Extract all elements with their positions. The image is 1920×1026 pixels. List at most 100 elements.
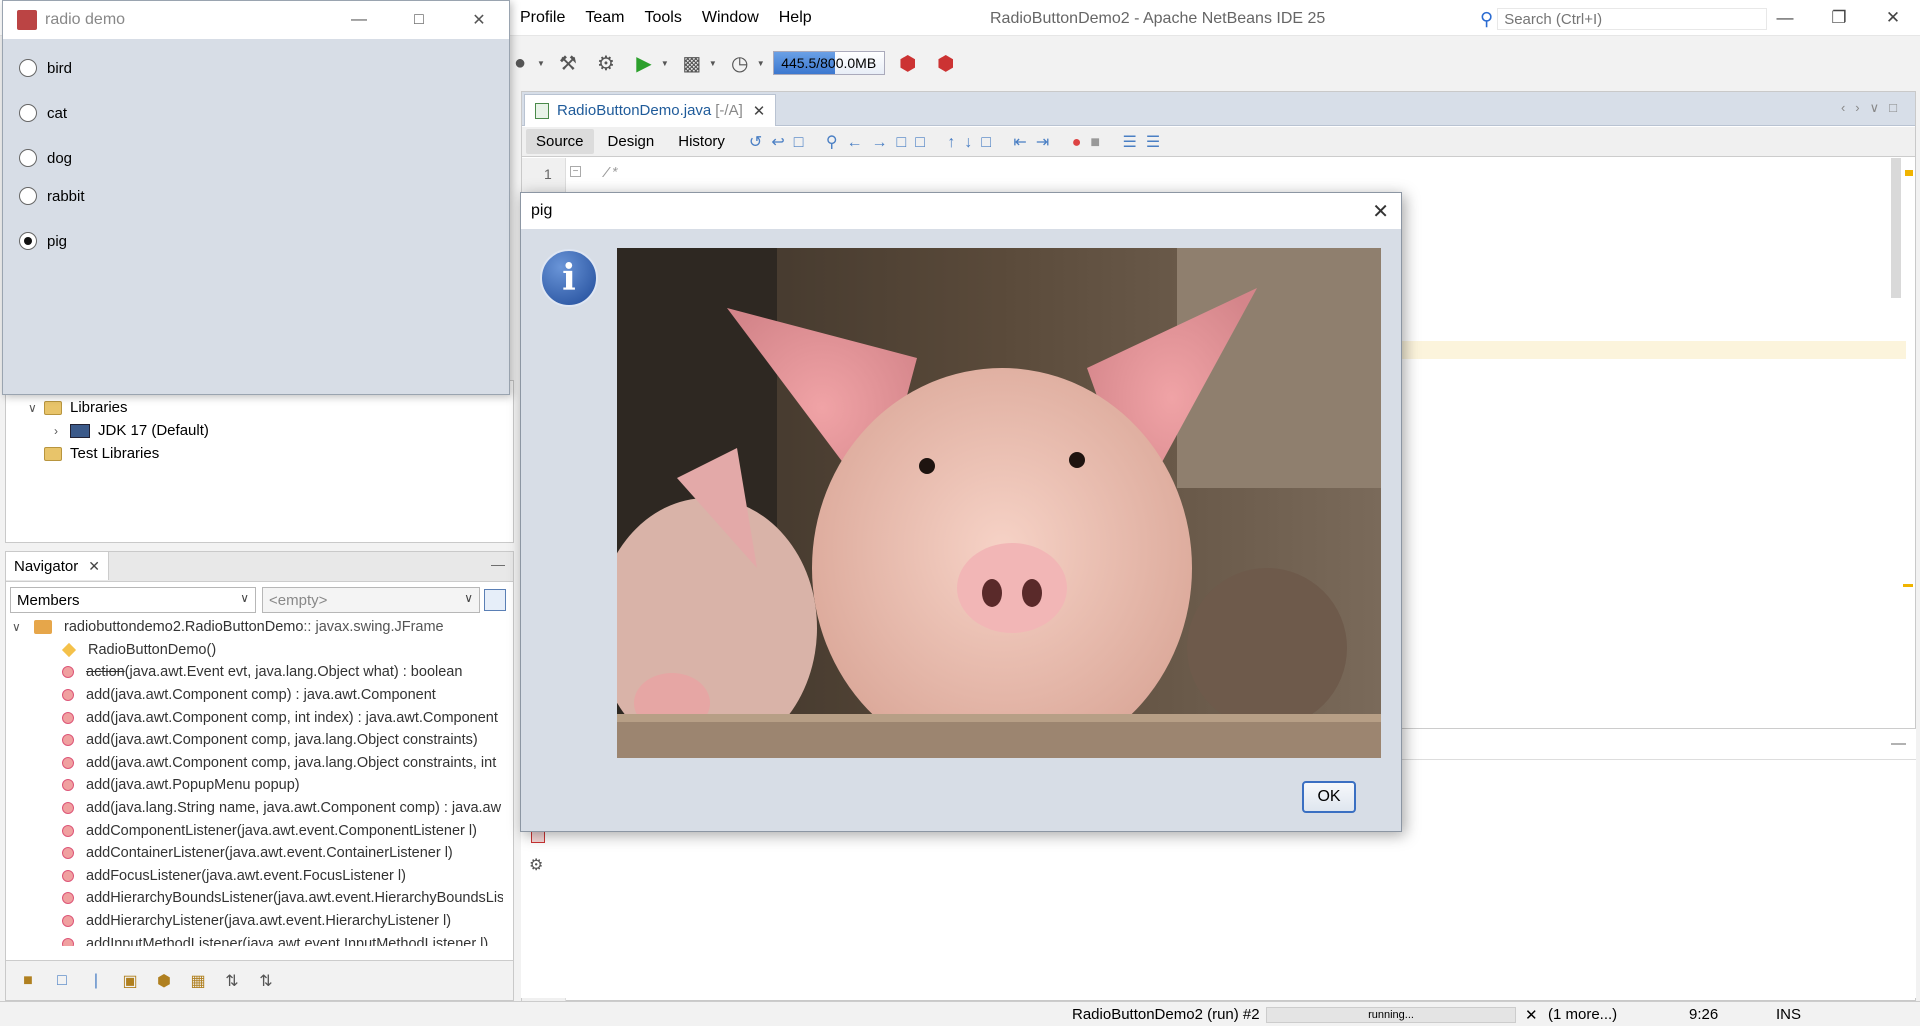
list-item[interactable]: addHierarchyListener (java.awt.event.Hier… xyxy=(6,910,503,933)
show-fqn-icon[interactable]: ▦ xyxy=(186,970,210,992)
navigator-root-node[interactable]: ∨ radiobuttondemo2.RadioButtonDemo :: ja… xyxy=(6,616,503,639)
folder-icon xyxy=(44,400,62,415)
expand-chevron-icon[interactable]: › xyxy=(54,424,70,438)
jdk-node[interactable]: › JDK 17 (Default) xyxy=(54,422,209,439)
settings-icon[interactable]: ⚙ xyxy=(529,855,543,875)
menu-profile[interactable]: Profile xyxy=(510,9,575,27)
restore-button[interactable]: ❐ xyxy=(1812,0,1866,36)
editor-toolbar-icons[interactable]: ↺↩□ ⚲←→□□ ↑↓□ ⇤⇥ ●■ ☰☰ xyxy=(749,132,1169,152)
menu-team[interactable]: Team xyxy=(575,9,634,27)
show-inner-classes-icon[interactable]: ⬢ xyxy=(152,970,176,992)
list-item[interactable]: add (java.awt.Component comp) : java.awt.… xyxy=(6,684,503,707)
show-non-public-icon[interactable]: ▣ xyxy=(118,970,142,992)
minimize-panel-icon[interactable]: — xyxy=(1891,735,1906,752)
list-item[interactable]: add (java.awt.Component comp, java.lang.O… xyxy=(6,729,503,752)
close-button[interactable]: ✕ xyxy=(1866,0,1920,36)
method-icon xyxy=(62,802,74,815)
radio-label: pig xyxy=(47,232,68,250)
profiler-snapshot-icon[interactable]: ⬢ xyxy=(931,48,961,78)
search-icon[interactable]: ⚲ xyxy=(1480,9,1493,30)
menu-help[interactable]: Help xyxy=(769,9,822,27)
more-tasks-link[interactable]: (1 more...) xyxy=(1548,1006,1617,1023)
tab-source[interactable]: Source xyxy=(526,129,594,154)
method-icon xyxy=(62,756,74,769)
radio-label: cat xyxy=(47,104,68,122)
editor-tab-path: [-/A] xyxy=(715,102,743,119)
clean-build-icon[interactable]: ⚙ xyxy=(591,48,621,78)
show-fields-icon[interactable]: □ xyxy=(50,970,74,992)
sort-by-source-icon[interactable]: ⇅ xyxy=(254,970,278,992)
class-icon xyxy=(34,620,52,635)
tab-navigator[interactable]: Navigator ✕ xyxy=(6,552,109,580)
members-filter-select[interactable]: Members ∨ xyxy=(10,587,256,613)
maximize-button[interactable]: □ xyxy=(389,1,449,39)
list-item[interactable]: addFocusListener (java.awt.event.FocusLis… xyxy=(6,865,503,888)
stop-macro-icon[interactable]: ■ xyxy=(1090,134,1109,151)
show-inherited-icon[interactable]: ■ xyxy=(16,970,40,992)
jdk-library-icon xyxy=(70,423,90,438)
run-icon[interactable]: ▶ xyxy=(629,48,659,78)
gc-icon[interactable]: ⬢ xyxy=(893,48,923,78)
memory-indicator[interactable]: 445.5/800.0MB xyxy=(772,51,885,75)
minimize-panel-icon[interactable]: — xyxy=(491,556,505,572)
close-icon[interactable]: ✕ xyxy=(88,558,100,575)
close-button[interactable]: ✕ xyxy=(449,1,509,39)
debug-dropdown-icon[interactable]: ▼ xyxy=(709,59,717,68)
warning-marker-icon[interactable] xyxy=(1905,170,1913,176)
radio-pig[interactable]: pig xyxy=(19,232,67,250)
method-icon xyxy=(62,711,74,724)
debug-icon[interactable]: ▩ xyxy=(677,48,707,78)
inherited-members-toggle-icon[interactable] xyxy=(484,589,506,611)
collapse-chevron-icon[interactable]: ∨ xyxy=(12,620,28,634)
radio-bird[interactable]: bird xyxy=(19,59,72,77)
tab-design[interactable]: Design xyxy=(598,129,665,154)
list-item[interactable]: addComponentListener (java.awt.event.Comp… xyxy=(6,819,503,842)
line-marker-icon[interactable] xyxy=(1903,584,1913,587)
radio-dog[interactable]: dog xyxy=(19,149,72,167)
tab-history[interactable]: History xyxy=(668,129,735,154)
list-item[interactable]: addContainerListener (java.awt.event.Cont… xyxy=(6,842,503,865)
close-icon[interactable]: ✕ xyxy=(1525,1006,1538,1024)
tab-radiobuttondemo-java[interactable]: RadioButtonDemo.java [-/A] ✕ xyxy=(524,94,777,126)
radio-cat[interactable]: cat xyxy=(19,104,67,122)
member-name: addFocusListener xyxy=(86,867,202,884)
search-input[interactable] xyxy=(1497,8,1768,30)
collapse-chevron-icon[interactable]: ∨ xyxy=(28,401,44,415)
editor-scrollbar[interactable] xyxy=(1891,158,1901,298)
record-macro-icon[interactable]: ● xyxy=(1072,134,1091,151)
sort-by-name-icon[interactable]: ⇅ xyxy=(220,970,244,992)
editor-view-bar: Source Design History ↺↩□ ⚲←→□□ ↑↓□ ⇤⇥ ●… xyxy=(522,127,1915,157)
list-item[interactable]: add (java.lang.String name, java.awt.Comp… xyxy=(6,797,503,820)
menu-tools[interactable]: Tools xyxy=(634,9,691,27)
list-item[interactable]: RadioButtonDemo() xyxy=(6,639,503,662)
ok-button[interactable]: OK xyxy=(1302,781,1356,813)
list-item[interactable]: action (java.awt.Event evt, java.lang.Obj… xyxy=(6,661,503,684)
members-list: ∨ radiobuttondemo2.RadioButtonDemo :: ja… xyxy=(6,616,503,946)
list-item[interactable]: add (java.awt.PopupMenu popup) xyxy=(6,774,503,797)
minimize-button[interactable]: — xyxy=(329,1,389,39)
profile-icon[interactable]: ◷ xyxy=(725,48,755,78)
folder-icon xyxy=(44,446,62,461)
show-static-icon[interactable]: | xyxy=(84,970,108,992)
close-button[interactable]: ✕ xyxy=(1372,199,1389,224)
profile-dropdown-icon[interactable]: ▼ xyxy=(757,59,765,68)
dropdown-arrow-icon[interactable]: ▼ xyxy=(537,59,545,68)
fold-toggle-icon[interactable]: − xyxy=(570,166,581,177)
build-hammer-icon[interactable]: ⚒ xyxy=(553,48,583,78)
test-libraries-node[interactable]: Test Libraries xyxy=(44,445,159,462)
list-item[interactable]: add (java.awt.Component comp, java.lang.O… xyxy=(6,752,503,775)
radio-rabbit[interactable]: rabbit xyxy=(19,187,85,205)
close-icon[interactable]: ✕ xyxy=(753,102,766,120)
list-item[interactable]: add (java.awt.Component comp, int index) … xyxy=(6,706,503,729)
menu-window[interactable]: Window xyxy=(692,9,769,27)
run-dropdown-icon[interactable]: ▼ xyxy=(661,59,669,68)
secondary-filter-select[interactable]: <empty> ∨ xyxy=(262,587,480,613)
tab-scroll-arrows-icon[interactable]: ‹›∨□ xyxy=(1841,100,1907,116)
window-title: RadioButtonDemo2 - Apache NetBeans IDE 2… xyxy=(990,10,1326,27)
minimize-button[interactable]: — xyxy=(1758,0,1812,36)
progress-label: running... xyxy=(1368,1009,1414,1021)
member-name: addHierarchyListener xyxy=(86,913,224,930)
libraries-node[interactable]: ∨ Libraries xyxy=(28,399,128,416)
list-item[interactable]: addHierarchyBoundsListener (java.awt.even… xyxy=(6,887,503,910)
list-item[interactable]: addInputMethodListener (java.awt.event.In… xyxy=(6,932,503,946)
